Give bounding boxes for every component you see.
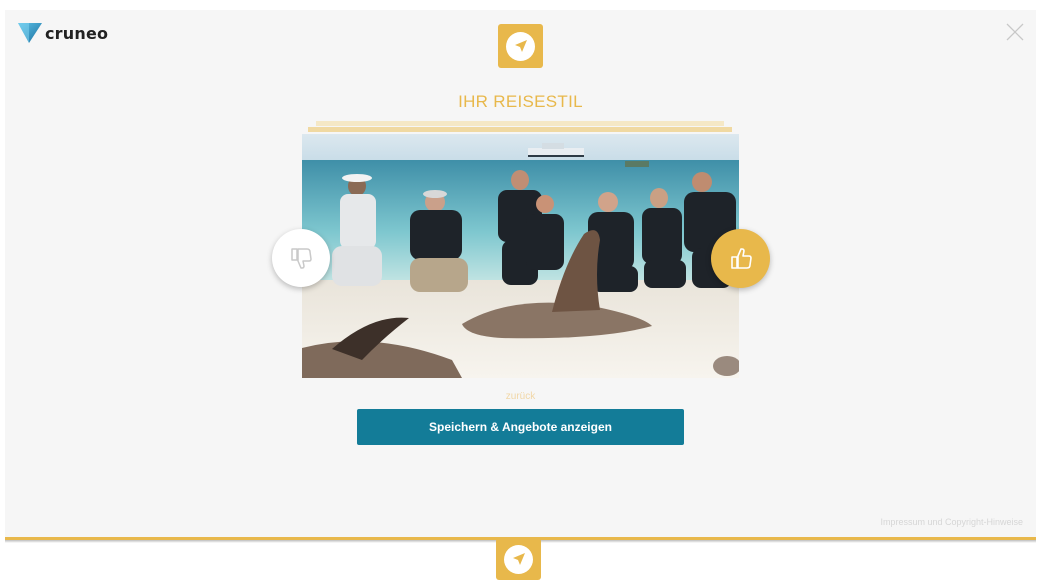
compass-icon bbox=[506, 31, 535, 61]
like-button[interactable] bbox=[711, 229, 770, 288]
travel-style-photo bbox=[302, 134, 739, 378]
thumbs-up-icon bbox=[730, 247, 752, 269]
back-link[interactable]: zurück bbox=[0, 391, 1041, 402]
page-title: IHR REISESTIL bbox=[458, 92, 583, 111]
cruneo-logo-icon bbox=[18, 23, 42, 43]
brand-name: cruneo bbox=[45, 23, 109, 43]
close-button[interactable] bbox=[1006, 23, 1024, 41]
save-and-show-offers-button[interactable]: Speichern & Angebote anzeigen bbox=[357, 409, 684, 445]
card-stack-middle bbox=[308, 127, 732, 132]
close-icon bbox=[1006, 23, 1024, 41]
card-stack-back bbox=[316, 121, 724, 126]
page: cruneo IHR REISESTIL zurück Speichern & … bbox=[0, 0, 1041, 581]
brand-logo[interactable]: cruneo bbox=[18, 22, 108, 44]
step-badge bbox=[498, 24, 543, 68]
footer-badge[interactable] bbox=[496, 538, 541, 580]
compass-icon bbox=[504, 544, 533, 574]
legal-link[interactable]: Impressum und Copyright-Hinweise bbox=[880, 517, 1023, 527]
thumbs-down-icon bbox=[291, 248, 312, 269]
dislike-button[interactable] bbox=[272, 229, 330, 287]
